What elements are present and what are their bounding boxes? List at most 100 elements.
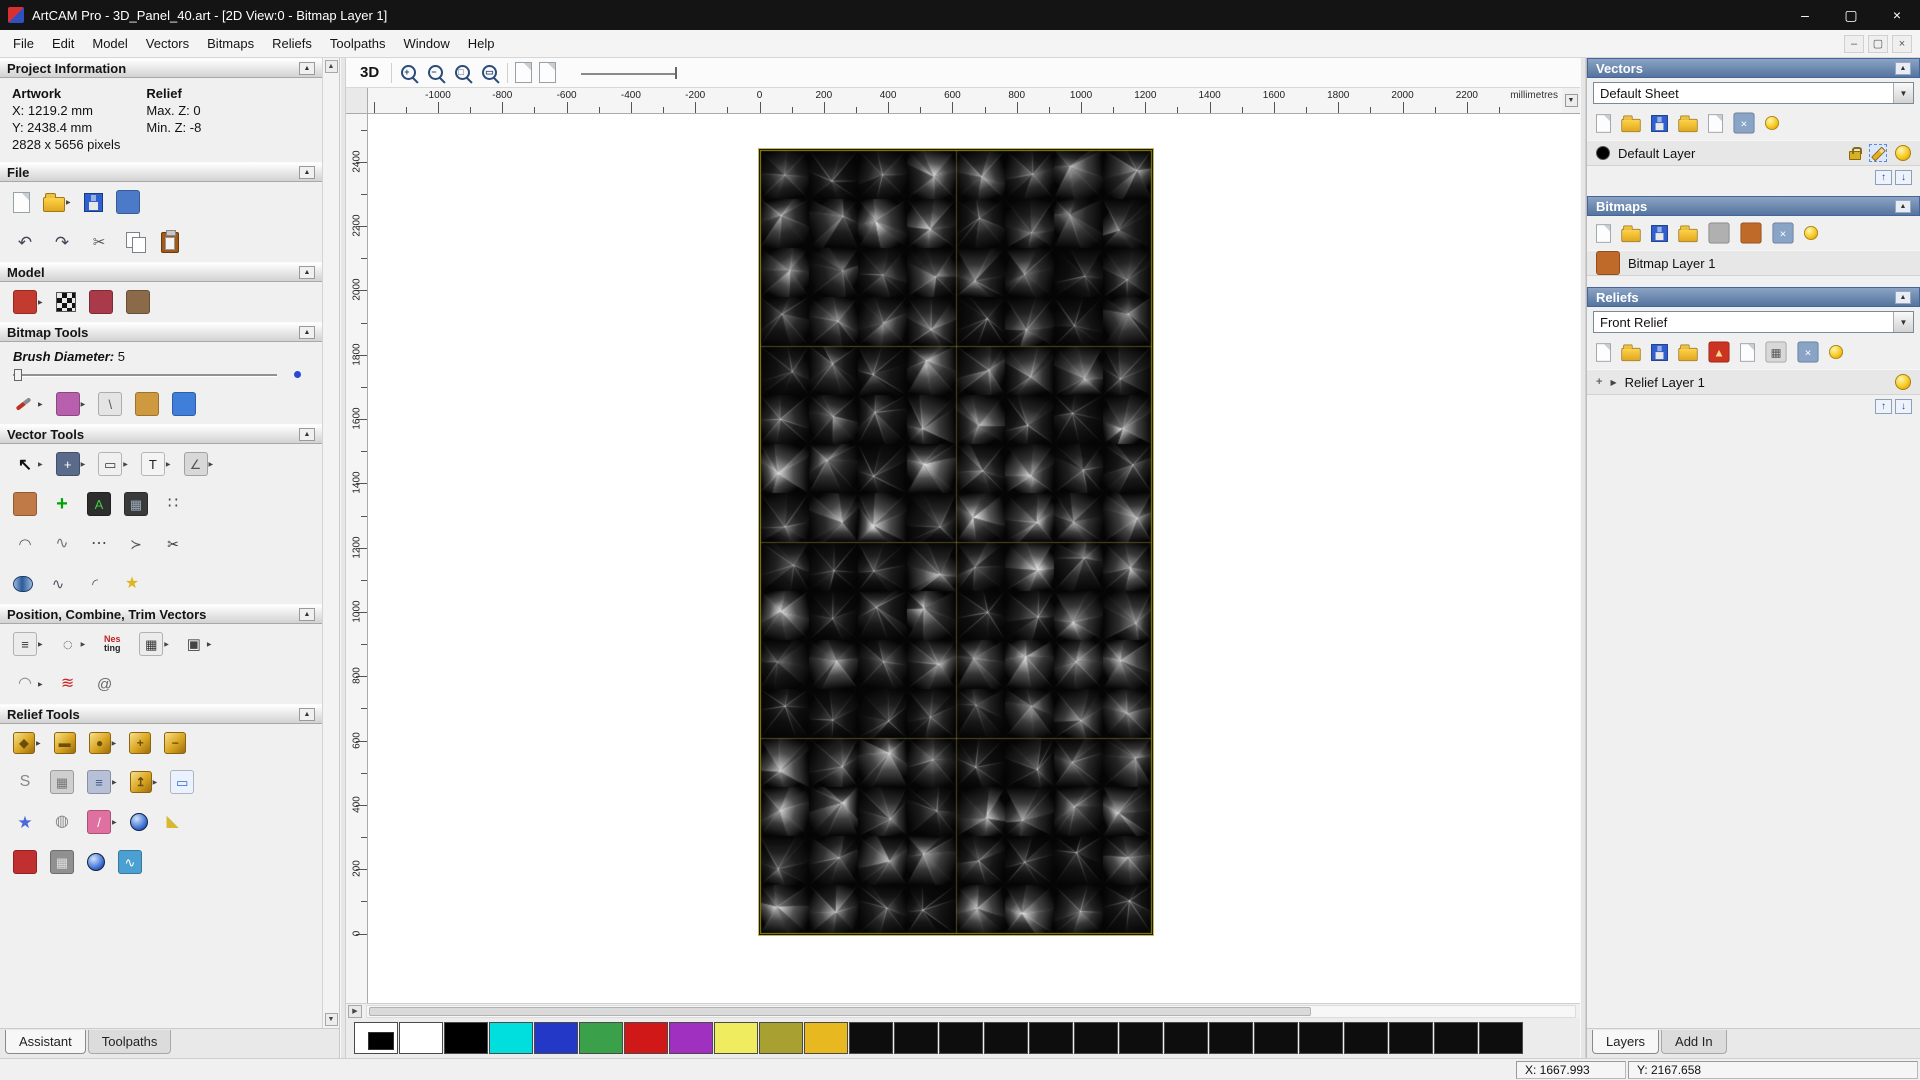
- zoom-out-icon[interactable]: −: [426, 63, 446, 83]
- save-model-icon[interactable]: [83, 192, 103, 212]
- relief-layer-visibility-icon[interactable]: [1895, 374, 1911, 390]
- save-vectors-icon[interactable]: [1651, 114, 1668, 132]
- colour-swatch-9[interactable]: [804, 1022, 848, 1054]
- flyout-arrow-icon[interactable]: ▶: [153, 779, 158, 786]
- colour-swatch-22[interactable]: [1389, 1022, 1433, 1054]
- vector-layer-row[interactable]: Default Layer: [1587, 140, 1920, 166]
- open-bitmap-icon[interactable]: [1621, 225, 1641, 243]
- point-cloud-icon[interactable]: ∷: [161, 492, 185, 516]
- show-relief-layers-icon[interactable]: [1828, 344, 1844, 360]
- colour-swatch-1[interactable]: [444, 1022, 488, 1054]
- paste-icon[interactable]: [161, 229, 179, 253]
- menu-toolpaths[interactable]: Toolpaths: [321, 30, 395, 57]
- move-layer-down-button[interactable]: ↓: [1895, 399, 1912, 414]
- mdi-close-button[interactable]: ×: [1892, 34, 1912, 53]
- relief-layer-row[interactable]: + ▶ Relief Layer 1: [1587, 369, 1920, 395]
- scroll-down-icon[interactable]: ▼: [324, 1013, 338, 1026]
- maximize-button[interactable]: ▢: [1828, 0, 1874, 30]
- menu-help[interactable]: Help: [459, 30, 504, 57]
- copy-rotate-icon[interactable]: ▣: [182, 632, 206, 656]
- smooth-filter-icon[interactable]: S: [13, 770, 37, 794]
- node-edit-icon[interactable]: ⋯: [87, 532, 111, 556]
- fit-vectors-icon[interactable]: [13, 492, 37, 516]
- colour-picker-icon[interactable]: \: [98, 392, 123, 416]
- add-relief-icon[interactable]: +: [129, 732, 152, 754]
- star-relief-icon[interactable]: ★: [13, 810, 37, 834]
- section-collapse-icon[interactable]: ▲: [299, 427, 315, 441]
- zoom-in-icon[interactable]: +: [399, 63, 419, 83]
- slider-handle[interactable]: [14, 369, 22, 381]
- colour-swatch-16[interactable]: [1119, 1022, 1163, 1054]
- show-bitmap-layers-icon[interactable]: [1803, 225, 1819, 241]
- new-model-icon[interactable]: [13, 191, 30, 213]
- section-collapse-icon[interactable]: ▲: [299, 607, 315, 621]
- panel-collapse-icon[interactable]: ▲: [1895, 61, 1911, 75]
- brush-diameter-slider[interactable]: [13, 368, 309, 382]
- bitmap-fade-slider[interactable]: [581, 66, 678, 79]
- flyout-arrow-icon[interactable]: ▶: [112, 819, 117, 826]
- lock-layer-icon[interactable]: [1849, 146, 1862, 160]
- tab-assistant[interactable]: Assistant: [5, 1030, 86, 1054]
- load-picture-icon[interactable]: [125, 290, 150, 314]
- new-vector-sheet-icon[interactable]: [1596, 113, 1611, 133]
- create-cylinder-icon[interactable]: [13, 576, 33, 592]
- close-button[interactable]: ×: [1874, 0, 1920, 30]
- section-header-file[interactable]: File ▲: [0, 162, 322, 182]
- section-collapse-icon[interactable]: ▲: [299, 325, 315, 339]
- open-relief-icon[interactable]: [1621, 344, 1641, 362]
- colour-swatch-12[interactable]: [939, 1022, 983, 1054]
- colour-swatch-21[interactable]: [1344, 1022, 1388, 1054]
- colour-swatch-0[interactable]: [399, 1022, 443, 1054]
- primary-secondary-colours[interactable]: [354, 1022, 398, 1054]
- invert-greyscale-icon[interactable]: [55, 292, 76, 312]
- panel-collapse-icon[interactable]: ▲: [1895, 290, 1911, 304]
- colour-swatch-10[interactable]: [849, 1022, 893, 1054]
- colour-swatch-2[interactable]: [489, 1022, 533, 1054]
- expand-relief-layer-icon[interactable]: ▶: [1610, 378, 1616, 387]
- save-bitmap-icon[interactable]: [1651, 224, 1668, 242]
- open-model-icon[interactable]: [43, 193, 65, 212]
- sphere-relief-icon[interactable]: [87, 853, 105, 871]
- model-volume-icon[interactable]: [88, 290, 113, 314]
- colour-swatch-24[interactable]: [1479, 1022, 1523, 1054]
- new-relief-layer-icon[interactable]: [1596, 342, 1611, 362]
- flyout-arrow-icon[interactable]: ▶: [209, 461, 214, 468]
- open-vectors-icon[interactable]: [1621, 115, 1641, 133]
- texture-relief-icon[interactable]: ▦: [50, 770, 74, 794]
- horizontal-scrollbar-thumb[interactable]: [369, 1006, 1312, 1016]
- flyout-arrow-icon[interactable]: ▶: [164, 641, 169, 648]
- section-collapse-icon[interactable]: ▲: [299, 265, 315, 279]
- paint-selective-icon[interactable]: [55, 392, 80, 416]
- splitter-toggle-button[interactable]: ▶: [348, 1004, 362, 1018]
- edit-layer-selected[interactable]: [1869, 144, 1887, 162]
- offset-relief-icon[interactable]: [13, 850, 37, 874]
- create-text-icon[interactable]: T: [140, 452, 165, 476]
- colour-swatch-11[interactable]: [894, 1022, 938, 1054]
- mdi-minimize-button[interactable]: –: [1844, 34, 1864, 53]
- copy-icon[interactable]: [124, 230, 148, 254]
- menu-reliefs[interactable]: Reliefs: [263, 30, 321, 57]
- flyout-arrow-icon[interactable]: ▶: [38, 461, 43, 468]
- flyout-arrow-icon[interactable]: ▶: [112, 779, 117, 786]
- mesh-relief-icon[interactable]: ▦: [50, 850, 74, 874]
- paint-brush-icon[interactable]: [13, 392, 37, 416]
- flyout-arrow-icon[interactable]: ▶: [81, 461, 86, 468]
- colour-swatch-18[interactable]: [1209, 1022, 1253, 1054]
- minimize-button[interactable]: –: [1782, 0, 1828, 30]
- relief-library-icon[interactable]: ≡: [87, 770, 111, 794]
- toggle-relief-view-icon[interactable]: [539, 62, 557, 83]
- sculpt-relief-icon[interactable]: ●: [88, 732, 111, 754]
- tab-add-in[interactable]: Add In: [1661, 1030, 1727, 1054]
- colour-swatch-15[interactable]: [1074, 1022, 1118, 1054]
- toggle-bitmap-view-icon[interactable]: [515, 62, 533, 83]
- flyout-arrow-icon[interactable]: ▶: [81, 401, 86, 408]
- section-collapse-icon[interactable]: ▲: [299, 61, 315, 75]
- ruler-units-dropdown-icon[interactable]: ▼: [1564, 94, 1578, 107]
- section-collapse-icon[interactable]: ▲: [299, 707, 315, 721]
- paint-relief-icon[interactable]: /: [87, 810, 111, 834]
- menu-file[interactable]: File: [4, 30, 43, 57]
- create-rectangle-icon[interactable]: ▭: [98, 452, 123, 476]
- new-relief-layer-quick-icon[interactable]: +: [1596, 376, 1602, 388]
- colour-swatch-5[interactable]: [624, 1022, 668, 1054]
- angle-relief-icon[interactable]: ◣: [161, 810, 185, 834]
